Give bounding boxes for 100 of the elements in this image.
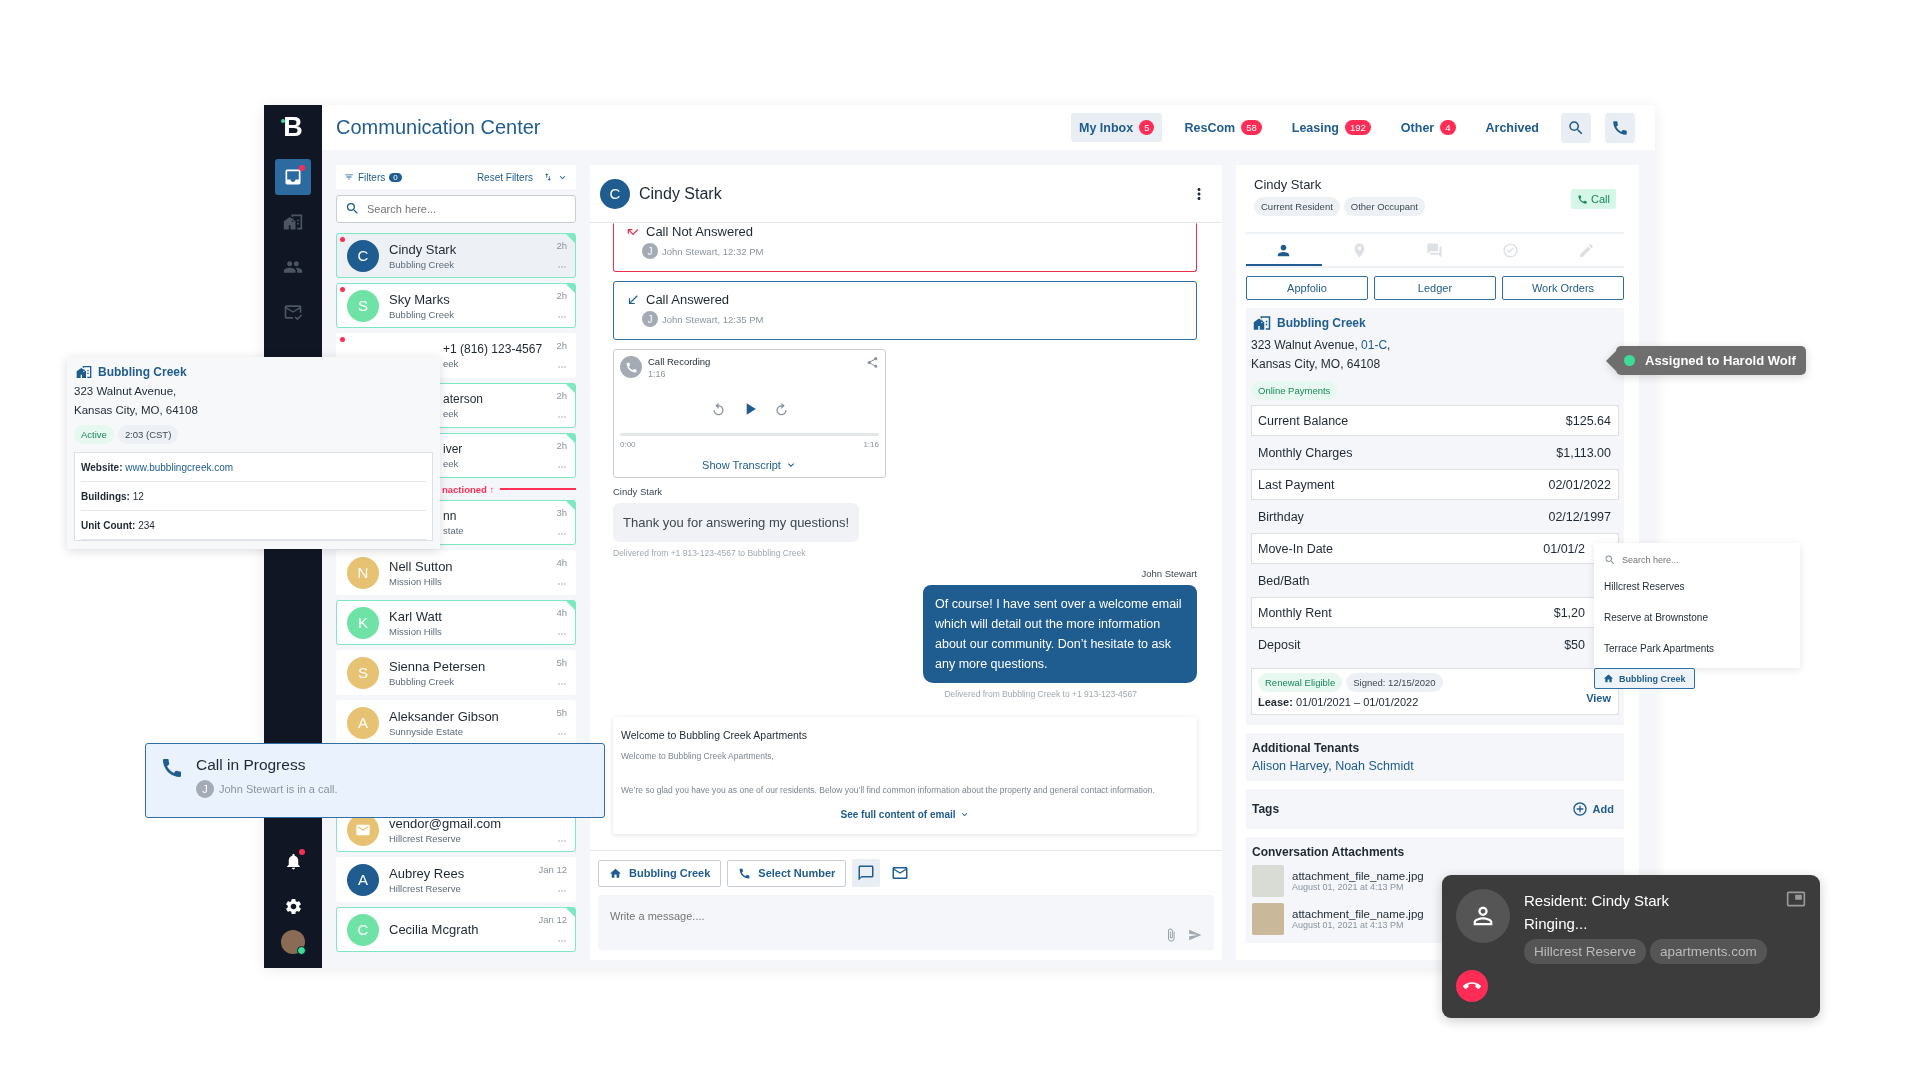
conversation-item[interactable]: S Sky Marks Bubbling Creek 2h [336, 283, 576, 328]
link-button[interactable]: Ledger [1374, 276, 1496, 300]
add-tag-button[interactable]: Add [1571, 801, 1614, 817]
inbox-tab[interactable]: Other 4 [1392, 113, 1464, 142]
number-selector[interactable]: Select Number [727, 859, 847, 887]
website-link[interactable]: www.bubblingcreek.com [125, 462, 234, 473]
avatar: K [347, 606, 379, 639]
contact-name: Sky Marks [389, 291, 451, 307]
delivery-note: Delivered from +1 913-123-4567 to Bubbling Creek [613, 548, 807, 558]
property-name: Hillcrest Reserve [389, 882, 462, 894]
contact-name: Cindy Stark [639, 184, 723, 203]
corner-flag [566, 384, 575, 393]
dropdown-option[interactable]: Terrace Park Apartments [1604, 633, 1790, 664]
property-chip[interactable]: Bubbling Creek [1594, 668, 1695, 689]
show-transcript-link[interactable]: Show Transcript [620, 459, 879, 471]
property-name: Hillcrest Reserve [389, 832, 462, 844]
detail-label: Bed/Bath [1258, 573, 1310, 588]
email-subject: Welcome to Bubbling Creek Apartments [621, 729, 808, 741]
call-status: Ringing... [1524, 914, 1589, 934]
timestamp: Jan 12 [538, 913, 567, 925]
fact-line: Unit Count: 234 [81, 511, 426, 540]
detail-value: $1,113.00 [1556, 445, 1611, 460]
banner-text: John Stewart is in a call. [219, 783, 338, 795]
detail-label: Monthly Rent [1258, 605, 1332, 620]
attachment-name[interactable]: attachment_file_name.jpg [1292, 870, 1424, 882]
property-name: state [443, 525, 465, 536]
count-badge: 4 [1440, 120, 1456, 135]
phone-icon [1577, 193, 1589, 205]
search-field[interactable]: Search here... [1622, 555, 1790, 565]
mail-check-icon [283, 302, 303, 322]
address-line: Kansas City, MO, 64108 [74, 403, 198, 418]
avatar: C [347, 239, 379, 272]
message-field[interactable]: Write a message.... [610, 903, 1202, 928]
inbox-tab[interactable]: Leasing 192 [1283, 113, 1379, 142]
minimize-window-icon[interactable] [1786, 889, 1806, 909]
timestamp: 2h [556, 289, 567, 301]
channel-toggle[interactable] [852, 859, 881, 887]
resident-name: Cindy Stark [1254, 177, 1323, 192]
attachment-name[interactable]: attachment_file_name.jpg [1292, 908, 1424, 920]
conversation-item[interactable]: K Karl Watt Mission Hills 4h [336, 600, 576, 645]
address-line: 323 Walnut Avenue, 01-C, [1251, 337, 1391, 354]
timestamp: 4h [556, 556, 567, 568]
inbox-tab[interactable]: Archived [1477, 113, 1547, 142]
message-box[interactable]: Write a message.... [598, 895, 1214, 950]
reset-filters-link[interactable]: Reset Filters [476, 171, 533, 183]
phone-button[interactable] [1605, 112, 1635, 143]
link-button[interactable]: Appfolio [1246, 276, 1368, 300]
delivery-note: Delivered from Bubbling Creek to +1 913-123-4567 [944, 689, 1137, 699]
contact-name: Aleksander Gibson [389, 708, 500, 724]
buildings-icon [283, 212, 303, 232]
conversation-item[interactable]: C Cindy Stark Bubbling Creek 2h [336, 233, 576, 278]
corner-flag [566, 284, 575, 293]
contact-name: Sienna Petersen [389, 658, 487, 674]
detail-label: Deposit [1258, 637, 1301, 652]
filters-button[interactable]: Filters [358, 171, 386, 183]
conversation-item[interactable]: N Nell Sutton Mission Hills 4h [336, 550, 576, 595]
share-icon[interactable] [866, 356, 879, 369]
inbox-tab[interactable]: ResCom 58 [1176, 113, 1270, 142]
search-button[interactable] [1561, 112, 1591, 143]
email-body: We’re so glad you have you as one of our residents. Below you’ll find common information about the property and general contact information. [621, 784, 1156, 797]
property-name: eek [443, 458, 460, 469]
phone-icon [738, 866, 752, 880]
call-title: Call Answered [646, 292, 730, 307]
link-button[interactable]: Work Orders [1502, 276, 1624, 300]
inbox-tab[interactable]: My Inbox 5 [1071, 113, 1163, 142]
search-field[interactable]: Search here... [336, 195, 576, 223]
agent-avatar: J [196, 780, 214, 798]
corner-flag [566, 501, 575, 510]
call-meta: John Stewart, 12:32 PM [662, 245, 764, 257]
lease-period: Lease: 01/01/2021 – 01/01/2022 [1258, 696, 1420, 708]
conversation-item[interactable]: S Sienna Petersen Bubbling Creek 5h [336, 650, 576, 695]
hang-up-button[interactable] [1456, 970, 1488, 1002]
dropdown-option[interactable]: Reserve at Brownstone [1604, 602, 1790, 633]
call-button[interactable]: Call [1571, 189, 1616, 209]
property-selector[interactable]: Bubbling Creek [598, 859, 722, 887]
status-pill: Active [74, 425, 114, 444]
tenant-links[interactable]: Alison Harvey, Noah Schmidt [1252, 759, 1618, 773]
search-icon [1567, 118, 1585, 137]
search-icon [1604, 554, 1616, 566]
property-name: Sunnyside Estate [389, 725, 464, 737]
view-link[interactable]: View [1586, 691, 1611, 704]
avatar: A [347, 706, 379, 739]
sender-name: John Stewart [1141, 568, 1197, 579]
buildings-icon [1253, 314, 1271, 332]
conversation-item[interactable]: A Aleksander Gibson Sunnyside Estate 5h [336, 700, 576, 745]
detail-label: Last Payment [1258, 477, 1335, 492]
agent-avatar: J [642, 311, 658, 327]
conversation-item[interactable]: C Cecilia Mcgrath Jan 12 [336, 907, 576, 952]
conversation-item[interactable]: A Aubrey Rees Hillcrest Reserve Jan 12 [336, 857, 576, 902]
see-full-email-link[interactable]: See full content of email [621, 809, 1189, 820]
detail-value: 02/12/1997 [1548, 509, 1611, 524]
contact-name: nn [443, 509, 458, 523]
send-icon[interactable] [1188, 928, 1202, 942]
phone-icon [160, 756, 184, 780]
buildings-icon [76, 364, 92, 380]
sort-icon[interactable] [543, 172, 553, 182]
app-logo: B [280, 111, 304, 144]
count-badge: 0 [389, 172, 402, 182]
user-avatar[interactable] [281, 930, 305, 954]
dropdown-option[interactable]: Hillcrest Reserves [1604, 571, 1790, 602]
